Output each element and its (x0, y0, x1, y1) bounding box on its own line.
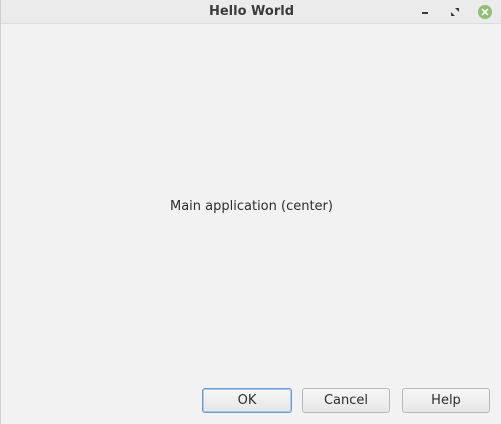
ok-button[interactable]: OK (202, 388, 292, 413)
title-bar[interactable]: Hello World (1, 0, 501, 24)
help-button[interactable]: Help (402, 388, 490, 413)
minimize-button[interactable] (416, 3, 434, 21)
center-label: Main application (center) (170, 199, 333, 214)
maximize-button[interactable] (446, 3, 464, 21)
close-icon (478, 5, 492, 19)
close-button[interactable] (476, 3, 494, 21)
main-content-area: Main application (center) (1, 25, 501, 385)
application-window: Hello World Main application (center) OK… (0, 0, 501, 424)
cancel-button[interactable]: Cancel (302, 388, 390, 413)
minimize-icon (422, 12, 428, 14)
maximize-icon (451, 8, 459, 16)
